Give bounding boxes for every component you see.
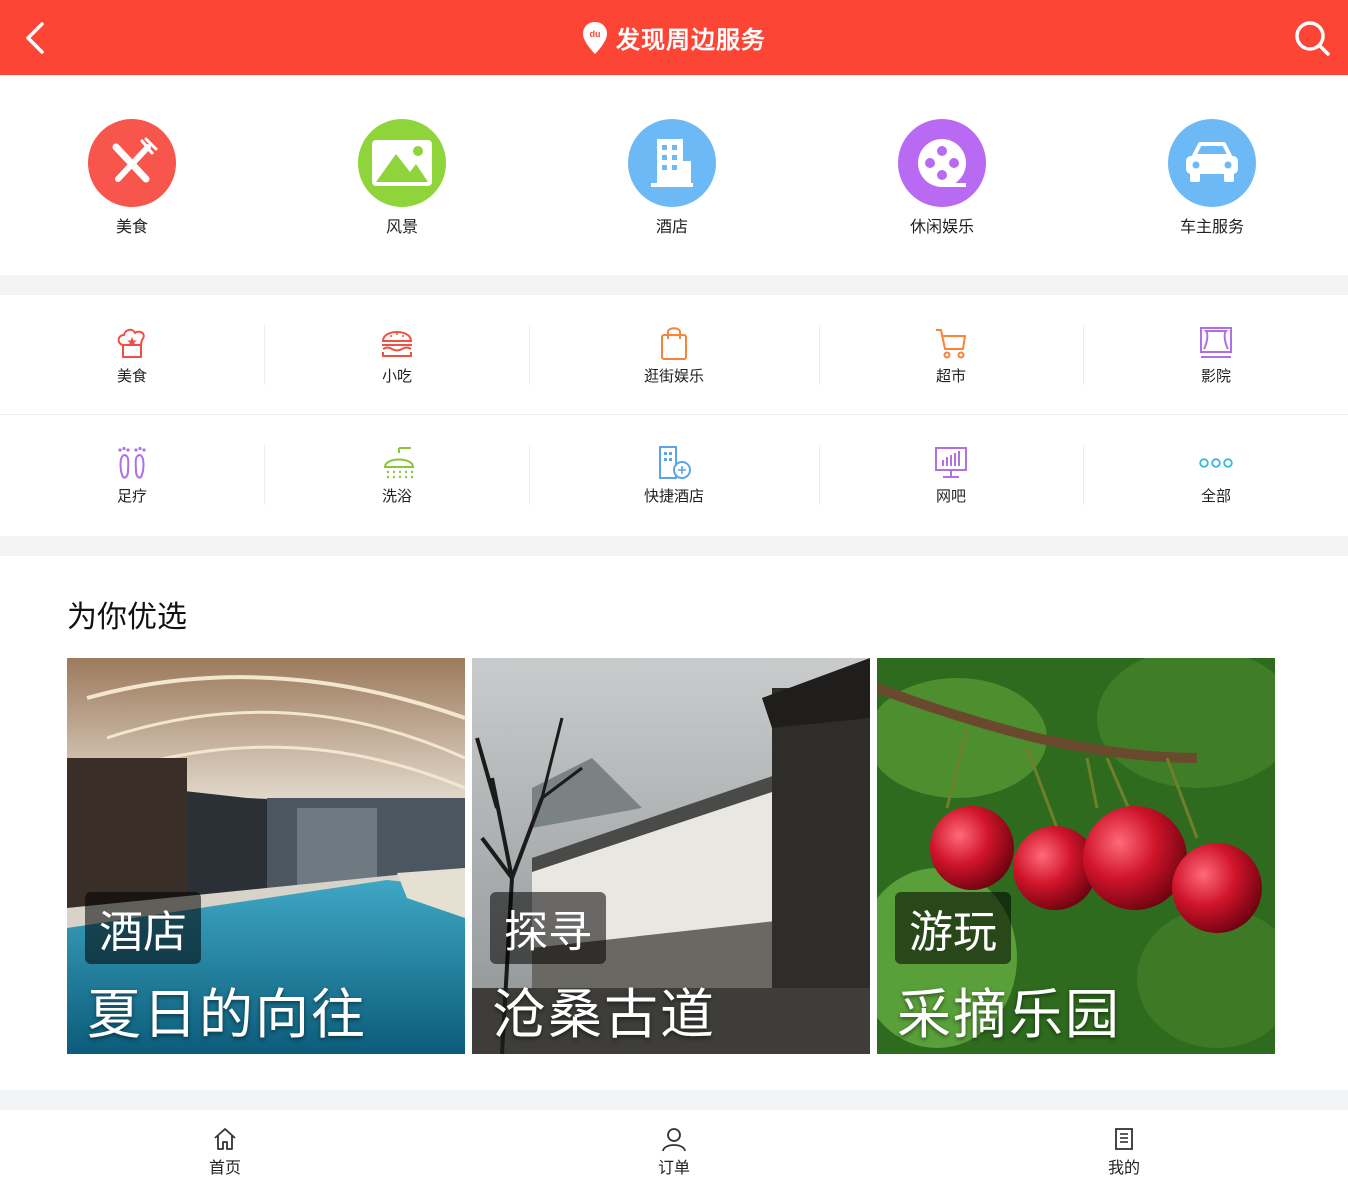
recommend-card-explore[interactable]: 探寻 沧桑古道: [472, 658, 870, 1054]
separator: [819, 325, 820, 385]
section-title: 为你优选: [67, 600, 187, 635]
tab-label: 订单: [657, 1158, 690, 1177]
card-badge: 酒店: [85, 892, 201, 964]
sub-category-label: 快捷酒店: [643, 487, 704, 505]
search-icon[interactable]: [1292, 18, 1332, 58]
recommend-card-play[interactable]: 游玩 采摘乐园: [877, 658, 1275, 1054]
sub-category-label: 洗浴: [381, 487, 412, 505]
sub-category-bath[interactable]: 洗浴: [337, 445, 457, 506]
sub-category-label: 影院: [1200, 367, 1231, 385]
footprint-icon: [118, 446, 146, 479]
sub-category-row: 足疗 洗浴 快捷酒店 网吧 全部: [0, 415, 1348, 535]
sub-category-cinema[interactable]: 影院: [1156, 325, 1276, 386]
film-reel-icon: [898, 119, 986, 207]
mountain-icon: [358, 119, 446, 207]
card-caption: 夏日的向往: [87, 983, 367, 1046]
sub-category-budget-hotel[interactable]: 快捷酒店: [614, 445, 734, 506]
sub-category-foot-massage[interactable]: 足疗: [72, 445, 192, 506]
fork-knife-icon: [88, 119, 176, 207]
sub-category-label: 足疗: [116, 487, 147, 505]
sub-category-label: 逛街娱乐: [643, 367, 704, 385]
separator: [1083, 445, 1084, 505]
hotel-icon: [659, 446, 691, 479]
category-food[interactable]: 美食: [62, 119, 202, 237]
card-caption: 采摘乐园: [897, 983, 1121, 1046]
sub-category-all[interactable]: 全部: [1156, 445, 1276, 506]
sub-category-row: 美食 小吃 逛街娱乐 超市 影院: [0, 295, 1348, 415]
tab-orders[interactable]: 订单: [624, 1126, 724, 1178]
main-categories: 美食 风景 酒店 休闲娱乐 车主服务: [0, 75, 1348, 275]
separator: [819, 445, 820, 505]
separator: [1083, 325, 1084, 385]
sub-categories: 美食 小吃 逛街娱乐 超市 影院 足疗 洗浴 快捷酒店 网吧 全部: [0, 295, 1348, 536]
category-label: 车主服务: [1179, 217, 1244, 236]
tab-home[interactable]: 首页: [175, 1126, 275, 1178]
category-label: 酒店: [655, 217, 688, 236]
category-label: 休闲娱乐: [909, 217, 974, 236]
recommend-card-hotel[interactable]: 酒店 夏日的向往: [67, 658, 465, 1054]
category-label: 美食: [115, 217, 148, 236]
cinema-screen-icon: [1200, 327, 1232, 358]
sub-category-shopping[interactable]: 逛街娱乐: [614, 325, 734, 386]
recommend-section: 为你优选 酒店 夏日的向往 探寻 沧桑古道 游玩 采摘乐园: [0, 556, 1348, 1090]
list-icon: [1115, 1128, 1133, 1150]
sub-category-label: 美食: [116, 367, 147, 385]
more-dots-icon: [1199, 458, 1233, 468]
sub-category-internet-cafe[interactable]: 网吧: [891, 445, 1011, 506]
sub-category-label: 全部: [1200, 487, 1231, 505]
car-icon: [1168, 119, 1256, 207]
shopping-bag-icon: [661, 327, 687, 360]
category-label: 风景: [385, 217, 418, 236]
page-title: 发现周边服务: [616, 26, 766, 54]
category-scenery[interactable]: 风景: [332, 119, 472, 237]
sub-category-supermarket[interactable]: 超市: [891, 325, 1011, 386]
top-bar: du 发现周边服务: [0, 0, 1348, 75]
cart-icon: [936, 329, 966, 359]
title-group: du 发现周边服务: [0, 0, 1348, 75]
sub-category-snack[interactable]: 小吃: [337, 325, 457, 386]
user-icon: [662, 1128, 686, 1152]
home-icon: [214, 1128, 236, 1150]
separator: [264, 325, 265, 385]
chef-hat-icon: [117, 328, 145, 358]
separator: [264, 445, 265, 505]
bottom-tab-bar: 首页 订单 我的: [0, 1110, 1348, 1189]
map-pin-icon: du: [583, 21, 607, 54]
tab-mine[interactable]: 我的: [1074, 1126, 1174, 1178]
tab-label: 我的: [1107, 1158, 1140, 1177]
tab-label: 首页: [208, 1158, 241, 1177]
card-badge: 探寻: [490, 892, 606, 964]
category-car-service[interactable]: 车主服务: [1142, 119, 1282, 237]
sub-category-label: 超市: [935, 367, 966, 385]
card-badge: 游玩: [895, 892, 1011, 964]
building-icon: [628, 119, 716, 207]
sub-category-food[interactable]: 美食: [72, 325, 192, 386]
svg-text:du: du: [590, 29, 601, 39]
card-caption: 沧桑古道: [492, 983, 716, 1046]
monitor-icon: [935, 447, 967, 478]
burger-icon: [381, 331, 413, 357]
sub-category-label: 小吃: [381, 367, 412, 385]
category-hotel[interactable]: 酒店: [602, 119, 742, 237]
category-leisure[interactable]: 休闲娱乐: [872, 119, 1012, 237]
separator: [529, 445, 530, 505]
separator: [529, 325, 530, 385]
sub-category-label: 网吧: [935, 487, 966, 505]
shower-icon: [383, 447, 415, 479]
